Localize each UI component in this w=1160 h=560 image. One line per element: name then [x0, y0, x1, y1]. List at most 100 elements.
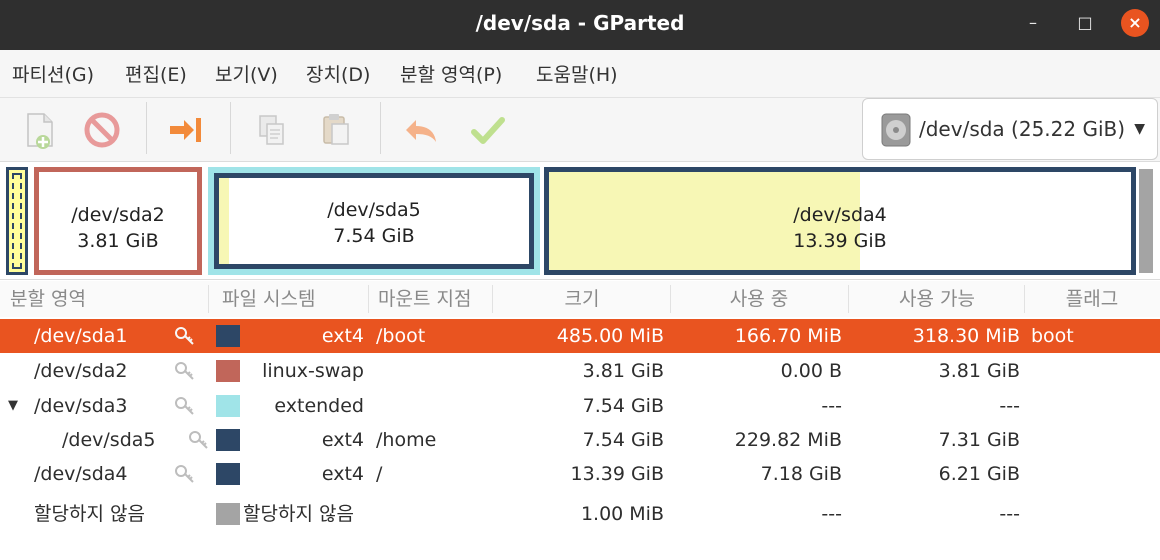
close-button[interactable]: × [1121, 9, 1149, 37]
menu-partition[interactable]: 분할 영역(P) [400, 50, 502, 98]
filesystem-color-swatch [216, 463, 240, 485]
row-used: 229.82 MiB [734, 429, 842, 451]
graph-partition-sda2[interactable]: /dev/sda2 3.81 GiB [34, 167, 202, 275]
row-used: 166.70 MiB [734, 325, 842, 347]
graph-partition-name: /dev/sda4 [793, 204, 887, 226]
column-filesystem[interactable]: 파일 시스템 [222, 281, 315, 317]
table-row[interactable]: ▼ /dev/sda3 extended 7.54 GiB --- --- [0, 389, 1160, 423]
column-separator [492, 285, 493, 313]
column-separator [1024, 285, 1025, 313]
graph-partition-sda5[interactable]: /dev/sda5 7.54 GiB [214, 173, 534, 269]
row-partition: /dev/sda1 [34, 325, 128, 347]
toolbar-separator [380, 102, 381, 154]
resize-move-button[interactable] [164, 108, 208, 152]
row-size: 1.00 MiB [580, 503, 664, 525]
row-filesystem: extended [274, 395, 364, 417]
row-mountpoint: /home [376, 429, 437, 451]
row-size: 13.39 GiB [570, 463, 664, 485]
window-title: /dev/sda - GParted [475, 11, 685, 35]
table-row[interactable]: /dev/sda4 ext4 / 13.39 GiB 7.18 GiB 6.21… [0, 457, 1160, 491]
menu-gparted[interactable]: 파티션(G) [12, 50, 94, 98]
column-separator [848, 285, 849, 313]
copy-button[interactable] [250, 108, 294, 152]
undo-arrow-icon [406, 120, 436, 142]
harddisk-icon [881, 113, 911, 147]
row-available: --- [999, 503, 1020, 525]
partition-table-header: 분할 영역 파일 시스템 마운트 지점 크기 사용 중 사용 가능 플래그 [0, 281, 1160, 317]
graph-unallocated-sda1[interactable] [6, 167, 28, 275]
column-flags[interactable]: 플래그 [1030, 281, 1154, 317]
row-partition: /dev/sda3 [34, 395, 128, 417]
row-filesystem: linux-swap [262, 360, 364, 382]
key-icon [175, 362, 194, 380]
row-size: 7.54 GiB [582, 395, 664, 417]
row-available: 318.30 MiB [912, 325, 1020, 347]
menu-help[interactable]: 도움말(H) [536, 50, 618, 98]
new-document-icon [27, 113, 53, 149]
paste-icon [323, 114, 349, 145]
graph-unallocated-end[interactable] [1139, 169, 1153, 273]
table-row[interactable]: /dev/sda2 linux-swap 3.81 GiB 0.00 B 3.8… [0, 354, 1160, 388]
paste-button[interactable] [314, 108, 358, 152]
key-icon [175, 397, 194, 415]
expander-icon[interactable]: ▼ [8, 389, 18, 423]
row-used: --- [821, 395, 842, 417]
column-mountpoint[interactable]: 마운트 지점 [378, 281, 471, 317]
column-available[interactable]: 사용 가능 [854, 281, 1020, 317]
filesystem-color-swatch [216, 360, 240, 382]
graph-partition-sda4[interactable]: /dev/sda4 13.39 GiB [544, 167, 1136, 275]
column-size[interactable]: 크기 [500, 281, 664, 317]
partition-graph: /dev/sda2 3.81 GiB /dev/sda5 7.54 GiB /d… [0, 162, 1160, 280]
filesystem-color-swatch [216, 395, 240, 417]
row-partition: /dev/sda2 [34, 360, 128, 382]
toolbar-separator [146, 102, 147, 154]
filesystem-color-swatch [216, 325, 240, 347]
graph-partition-name: /dev/sda2 [71, 204, 165, 226]
row-partition: /dev/sda4 [34, 463, 128, 485]
chevron-down-icon: ▼ [1134, 121, 1145, 137]
row-size: 485.00 MiB [556, 325, 664, 347]
table-row[interactable]: /dev/sda5 ext4 /home 7.54 GiB 229.82 MiB… [0, 423, 1160, 457]
toolbar: /dev/sda (25.22 GiB) ▼ [0, 98, 1160, 162]
column-separator [368, 285, 369, 313]
delete-partition-button[interactable] [80, 108, 124, 152]
row-available: 3.81 GiB [938, 360, 1020, 382]
row-filesystem: ext4 [321, 463, 364, 485]
resize-arrow-icon [170, 118, 201, 142]
filesystem-color-swatch [216, 429, 240, 451]
column-separator [670, 285, 671, 313]
column-used[interactable]: 사용 중 [676, 281, 842, 317]
maximize-button[interactable]: □ [1071, 9, 1099, 37]
column-partition[interactable]: 분할 영역 [10, 281, 86, 317]
row-available: --- [999, 395, 1020, 417]
row-available: 7.31 GiB [938, 429, 1020, 451]
row-mountpoint: /boot [376, 325, 426, 347]
undo-button[interactable] [400, 108, 444, 152]
row-available: 6.21 GiB [938, 463, 1020, 485]
new-partition-button[interactable] [18, 108, 62, 152]
copy-icon [259, 115, 284, 145]
menu-bar: 파티션(G) 편집(E) 보기(V) 장치(D) 분할 영역(P) 도움말(H) [0, 50, 1160, 98]
graph-partition-size: 7.54 GiB [333, 225, 415, 247]
graph-partition-name: /dev/sda5 [327, 199, 421, 221]
row-filesystem: ext4 [321, 325, 364, 347]
apply-button[interactable] [466, 108, 510, 152]
menu-device[interactable]: 장치(D) [306, 50, 370, 98]
graph-partition-size: 13.39 GiB [793, 230, 887, 252]
key-icon [175, 465, 194, 483]
minimize-button[interactable]: – [1019, 9, 1047, 37]
device-selector[interactable]: /dev/sda (25.22 GiB) ▼ [862, 98, 1158, 160]
table-row[interactable]: /dev/sda1 ext4 /boot 485.00 MiB 166.70 M… [0, 319, 1160, 353]
menu-edit[interactable]: 편집(E) [125, 50, 187, 98]
row-partition: /dev/sda5 [62, 429, 156, 451]
menu-view[interactable]: 보기(V) [215, 50, 278, 98]
apply-check-icon [471, 117, 505, 144]
table-row[interactable]: 할당하지 않음 할당하지 않음 1.00 MiB --- --- [0, 497, 1160, 531]
device-selector-label: /dev/sda (25.22 GiB) [919, 117, 1126, 141]
delete-no-entry-icon [84, 112, 120, 148]
key-icon [189, 431, 208, 449]
row-used: 0.00 B [780, 360, 842, 382]
filesystem-color-swatch [216, 503, 240, 525]
key-icon [175, 327, 194, 345]
graph-extended-sda3[interactable]: /dev/sda5 7.54 GiB [208, 167, 540, 275]
